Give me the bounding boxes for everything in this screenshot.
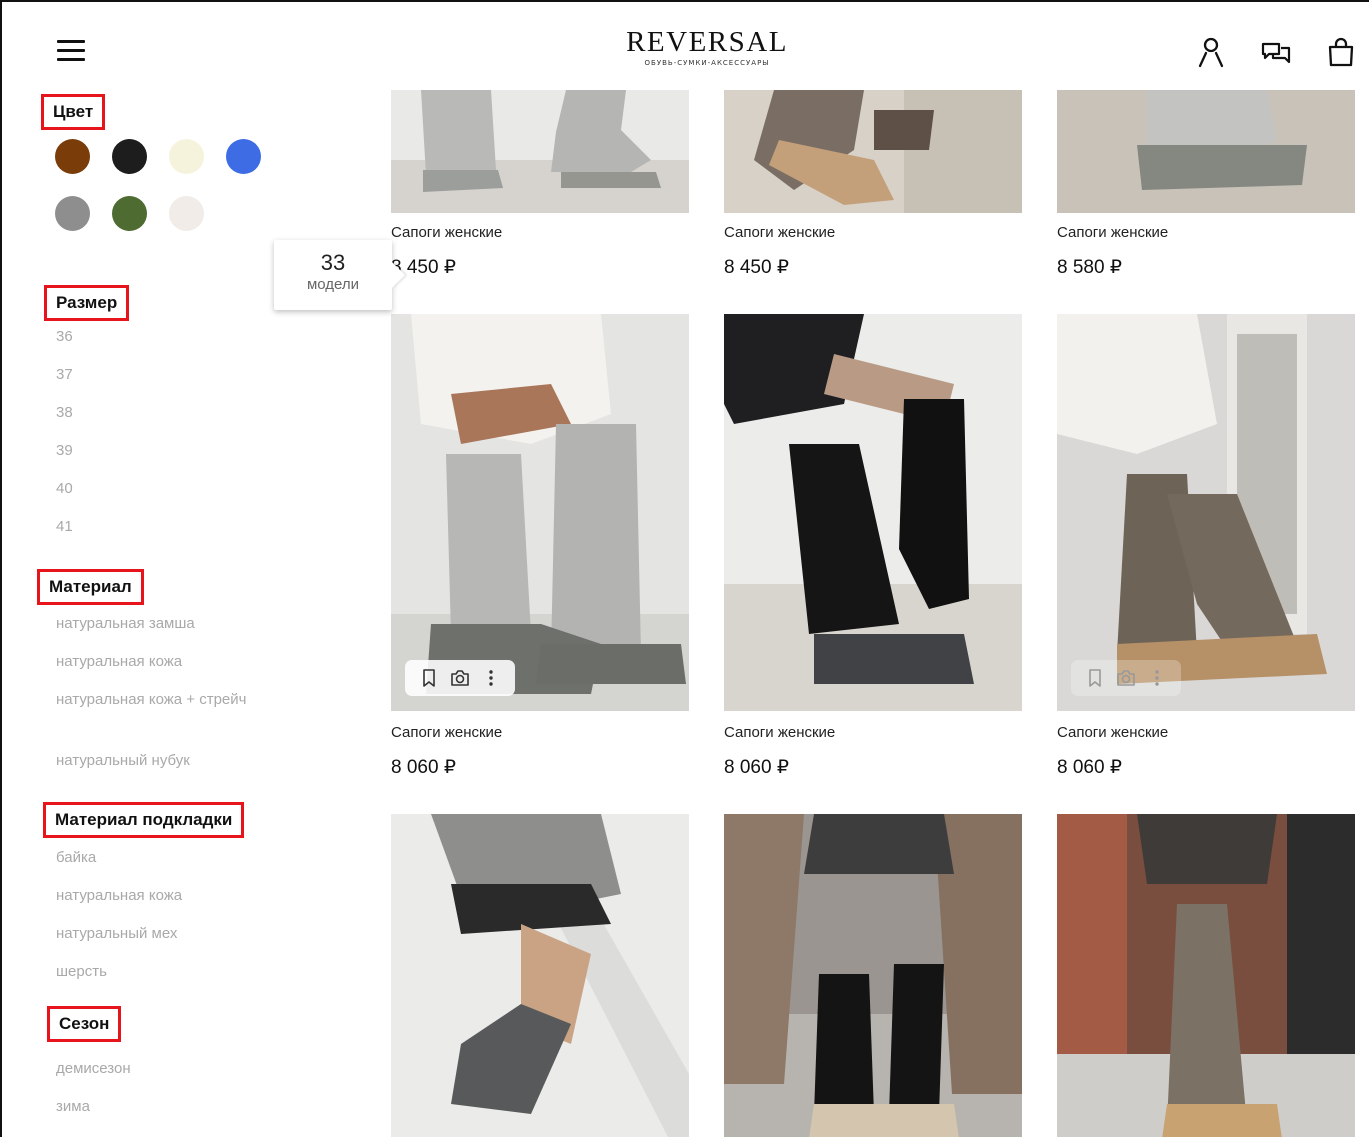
product-image[interactable] <box>1057 314 1355 711</box>
menu-icon[interactable] <box>57 40 85 64</box>
site-logo[interactable]: REVERSAL ОБУВЬ-СУМКИ-АКСЕССУАРЫ <box>562 26 852 67</box>
site-header: REVERSAL ОБУВЬ-СУМКИ-АКСЕССУАРЫ <box>2 2 1369 90</box>
product-image[interactable] <box>391 314 689 711</box>
bookmark-icon[interactable] <box>418 667 440 689</box>
material-option[interactable]: натуральный нубук <box>56 750 190 772</box>
material-option[interactable]: натуральная кожа <box>56 651 182 673</box>
visual-search-icon[interactable] <box>1115 667 1137 689</box>
product-name[interactable]: Сапоги женские <box>391 224 502 241</box>
product-card[interactable]: Сапоги женские 8 060 ₽ <box>724 314 1022 794</box>
lining-option[interactable]: байка <box>56 847 96 869</box>
product-image[interactable] <box>724 814 1022 1137</box>
product-price: 8 060 ₽ <box>724 757 789 778</box>
product-image[interactable] <box>391 814 689 1137</box>
season-option[interactable]: зима <box>56 1096 90 1118</box>
material-option[interactable]: натуральная кожа + стрейч <box>56 689 256 711</box>
product-name[interactable]: Сапоги женские <box>1057 724 1168 741</box>
color-swatch-black[interactable] <box>112 139 147 174</box>
material-option[interactable]: натуральная замша <box>56 613 195 635</box>
size-option[interactable]: 38 <box>56 402 73 424</box>
bag-icon[interactable] <box>1326 36 1356 68</box>
results-counter[interactable]: 33 модели <box>274 240 392 310</box>
season-option[interactable]: демисезон <box>56 1058 131 1080</box>
user-icon[interactable] <box>1196 36 1226 68</box>
product-card[interactable]: Сапоги женские 8 450 ₽ <box>391 90 689 290</box>
filter-title-size[interactable]: Размер <box>44 285 130 321</box>
lining-option[interactable]: натуральная кожа <box>56 885 182 907</box>
product-card[interactable] <box>724 814 1022 1137</box>
product-price: 8 060 ₽ <box>391 757 456 778</box>
color-swatch-green[interactable] <box>112 196 147 231</box>
product-image[interactable] <box>391 90 689 213</box>
size-option[interactable]: 41 <box>56 516 73 538</box>
color-swatch-brown[interactable] <box>55 139 90 174</box>
image-tools <box>1071 660 1181 696</box>
filter-title-season[interactable]: Сезон <box>47 1006 122 1042</box>
product-price: 8 580 ₽ <box>1057 257 1122 278</box>
product-card[interactable] <box>391 814 689 1137</box>
color-swatch-beige[interactable] <box>169 196 204 231</box>
product-name[interactable]: Сапоги женские <box>1057 224 1168 241</box>
product-card[interactable]: Сапоги женские 8 060 ₽ <box>1057 314 1355 794</box>
product-card[interactable]: Сапоги женские 8 580 ₽ <box>1057 90 1355 290</box>
more-options-icon[interactable] <box>480 667 502 689</box>
page-frame: REVERSAL ОБУВЬ-СУМКИ-АКСЕССУАРЫ Цвет Раз… <box>0 0 1369 1137</box>
results-count: 33 <box>320 250 346 275</box>
color-swatch-gray[interactable] <box>55 196 90 231</box>
more-options-icon[interactable] <box>1146 667 1168 689</box>
logo-title: REVERSAL <box>626 26 788 58</box>
product-image[interactable] <box>724 90 1022 213</box>
product-card[interactable]: Сапоги женские 8 450 ₽ <box>724 90 1022 290</box>
product-card[interactable]: Сапоги женские 8 060 ₽ <box>391 314 689 794</box>
results-label: модели <box>306 276 360 293</box>
lining-option[interactable]: шерсть <box>56 961 107 983</box>
product-image[interactable] <box>1057 814 1355 1137</box>
product-image[interactable] <box>724 314 1022 711</box>
image-tools <box>405 660 515 696</box>
lining-option[interactable]: натуральный мех <box>56 923 177 945</box>
size-option[interactable]: 37 <box>56 364 73 386</box>
size-option[interactable]: 36 <box>56 326 73 348</box>
color-swatch-blue[interactable] <box>226 139 261 174</box>
size-option[interactable]: 39 <box>56 440 73 462</box>
visual-search-icon[interactable] <box>449 667 471 689</box>
bookmark-icon[interactable] <box>1084 667 1106 689</box>
product-price: 8 450 ₽ <box>724 257 789 278</box>
filter-title-material[interactable]: Материал <box>37 569 144 605</box>
filter-title-lining[interactable]: Материал подкладки <box>43 802 245 838</box>
color-swatch-cream[interactable] <box>169 139 204 174</box>
product-name[interactable]: Сапоги женские <box>724 724 835 741</box>
size-option[interactable]: 40 <box>56 478 73 500</box>
product-price: 8 060 ₽ <box>1057 757 1122 778</box>
product-image[interactable] <box>1057 90 1355 213</box>
product-name[interactable]: Сапоги женские <box>391 724 502 741</box>
chat-icon[interactable] <box>1260 36 1291 68</box>
filter-title-color[interactable]: Цвет <box>41 94 106 130</box>
logo-subtitle: ОБУВЬ-СУМКИ-АКСЕССУАРЫ <box>644 59 770 67</box>
product-card[interactable] <box>1057 814 1355 1137</box>
product-name[interactable]: Сапоги женские <box>724 224 835 241</box>
